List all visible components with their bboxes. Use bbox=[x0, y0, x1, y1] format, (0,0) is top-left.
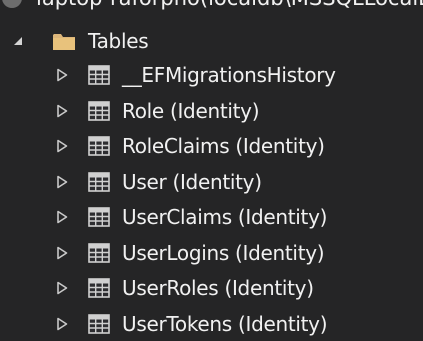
table-icon bbox=[88, 314, 110, 334]
table-icon bbox=[88, 207, 110, 227]
table-label: User (Identity) bbox=[122, 170, 262, 194]
table-label: Role (Identity) bbox=[122, 99, 260, 123]
table-icon bbox=[88, 243, 110, 263]
table-node[interactable]: UserClaims (Identity) bbox=[0, 200, 423, 234]
table-label: UserRoles (Identity) bbox=[122, 276, 314, 300]
expand-arrow-icon[interactable] bbox=[52, 94, 72, 128]
table-node[interactable]: __EFMigrationsHistory bbox=[0, 58, 423, 92]
expand-arrow-icon[interactable] bbox=[52, 58, 72, 92]
table-node[interactable]: UserRoles (Identity) bbox=[0, 271, 423, 305]
tables-folder-node[interactable]: Tables bbox=[0, 24, 423, 58]
expand-arrow-icon[interactable] bbox=[52, 200, 72, 234]
table-icon bbox=[88, 172, 110, 192]
database-server-icon bbox=[2, 0, 22, 8]
table-label: UserTokens (Identity) bbox=[122, 312, 328, 336]
expand-arrow-icon[interactable] bbox=[52, 307, 72, 341]
connection-node[interactable]: laptop-raforpno(localdb\MSSQLLocalDB, RA… bbox=[0, 0, 423, 10]
table-label: __EFMigrationsHistory bbox=[122, 63, 336, 87]
expand-arrow-icon[interactable] bbox=[52, 271, 72, 305]
folder-icon bbox=[52, 32, 76, 51]
expand-arrow-icon[interactable] bbox=[52, 165, 72, 199]
table-label: UserLogins (Identity) bbox=[122, 241, 325, 265]
table-node[interactable]: UserLogins (Identity) bbox=[0, 236, 423, 270]
table-icon bbox=[88, 65, 110, 85]
table-icon bbox=[88, 136, 110, 156]
table-icon bbox=[88, 101, 110, 121]
table-label: UserClaims (Identity) bbox=[122, 205, 328, 229]
collapse-arrow-icon[interactable] bbox=[8, 24, 28, 58]
table-node[interactable]: User (Identity) bbox=[0, 165, 423, 199]
connection-label: laptop-raforpno(localdb\MSSQLLocalDB, RA… bbox=[36, 0, 423, 10]
table-icon bbox=[88, 278, 110, 298]
expand-arrow-icon[interactable] bbox=[52, 129, 72, 163]
tables-folder-label: Tables bbox=[88, 29, 149, 53]
table-node[interactable]: UserTokens (Identity) bbox=[0, 307, 423, 341]
table-node[interactable]: Role (Identity) bbox=[0, 94, 423, 128]
table-node[interactable]: RoleClaims (Identity) bbox=[0, 129, 423, 163]
table-label: RoleClaims (Identity) bbox=[122, 134, 325, 158]
expand-arrow-icon[interactable] bbox=[52, 236, 72, 270]
object-explorer-tree: laptop-raforpno(localdb\MSSQLLocalDB, RA… bbox=[0, 0, 423, 340]
